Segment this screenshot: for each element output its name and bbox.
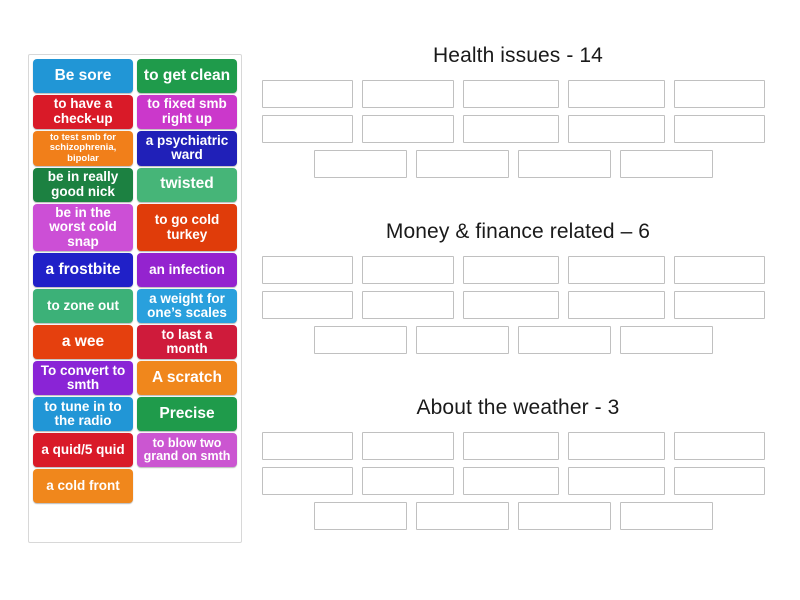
- word-tile[interactable]: to have a check-up: [33, 95, 133, 129]
- tile-row: to zone out a weight for one’s scales: [33, 289, 237, 324]
- drop-zone-row: [262, 502, 774, 530]
- word-tile[interactable]: A scratch: [137, 361, 237, 396]
- drop-zone[interactable]: [262, 80, 354, 108]
- tile-row: be in the worst cold snap to go cold turk…: [33, 203, 237, 252]
- drop-zone[interactable]: [673, 80, 765, 108]
- drop-zone-container[interactable]: [262, 432, 774, 530]
- word-tile[interactable]: to fixed smb right up: [137, 95, 237, 129]
- tile-row: a wee to last a month: [33, 325, 237, 360]
- word-tile[interactable]: Be sore: [33, 59, 133, 93]
- word-tile[interactable]: a weight for one’s scales: [137, 289, 237, 324]
- drop-zone[interactable]: [518, 150, 611, 178]
- drop-zone-container[interactable]: [262, 256, 774, 354]
- drop-zone[interactable]: [262, 432, 354, 460]
- word-tile[interactable]: be in the worst cold snap: [33, 203, 133, 252]
- category-group-health-issues: Health issues - 14: [262, 44, 774, 185]
- group-title: Health issues - 14: [433, 44, 603, 67]
- drop-zone-row: [262, 432, 774, 460]
- tile-placeholder: [137, 469, 237, 503]
- drop-zone[interactable]: [362, 432, 454, 460]
- word-tile[interactable]: to test smb for schizophrenia, bipolar: [33, 131, 133, 166]
- drop-zone[interactable]: [416, 326, 509, 354]
- word-tile[interactable]: a frostbite: [33, 253, 133, 288]
- drop-zone[interactable]: [673, 115, 765, 143]
- drop-zone[interactable]: [262, 115, 354, 143]
- drop-zone[interactable]: [462, 115, 560, 143]
- word-tile[interactable]: twisted: [137, 167, 237, 202]
- drop-zone[interactable]: [462, 432, 560, 460]
- word-tile[interactable]: to get clean: [137, 59, 237, 93]
- drop-zone[interactable]: [262, 467, 354, 495]
- drop-zone[interactable]: [362, 467, 454, 495]
- word-tile[interactable]: to tune in to the radio: [33, 397, 133, 432]
- drop-zone-row: [262, 326, 774, 354]
- drop-zone[interactable]: [262, 256, 354, 284]
- word-tile[interactable]: a wee: [33, 325, 133, 360]
- word-tile[interactable]: To convert to smth: [33, 361, 133, 396]
- word-tile[interactable]: Precise: [137, 397, 237, 432]
- drop-zone[interactable]: [673, 256, 765, 284]
- drop-zone[interactable]: [518, 502, 611, 530]
- drop-zone[interactable]: [518, 326, 611, 354]
- group-sort-activity: Be sore to get clean to have a check-up to …: [0, 0, 800, 600]
- drop-zone-row: [262, 256, 774, 284]
- group-title: About the weather - 3: [416, 396, 620, 419]
- word-tile[interactable]: to go cold turkey: [137, 203, 237, 252]
- drop-zone[interactable]: [620, 326, 713, 354]
- drop-zone[interactable]: [620, 502, 713, 530]
- word-tile-panel[interactable]: Be sore to get clean to have a check-up to …: [28, 54, 242, 543]
- drop-zone[interactable]: [620, 150, 713, 178]
- drop-zone[interactable]: [568, 467, 665, 495]
- drop-zone[interactable]: [673, 291, 765, 319]
- word-tile[interactable]: be in really good nick: [33, 167, 133, 202]
- tile-row: be in really good nick twisted: [33, 167, 237, 202]
- drop-zone[interactable]: [568, 115, 665, 143]
- drop-zone[interactable]: [568, 80, 665, 108]
- word-tile[interactable]: a quid/5 quid: [33, 433, 133, 468]
- tile-row: a quid/5 quid to blow two grand on smth: [33, 433, 237, 468]
- drop-zone-row: [262, 115, 774, 143]
- tile-row: to have a check-up to fixed smb right up: [33, 95, 237, 129]
- drop-zone-row: [262, 150, 774, 178]
- word-tile[interactable]: a psychiatric ward: [137, 131, 237, 166]
- drop-zone[interactable]: [314, 326, 407, 354]
- drop-zone[interactable]: [568, 256, 665, 284]
- drop-zone[interactable]: [362, 291, 454, 319]
- drop-zone[interactable]: [262, 291, 354, 319]
- word-tile[interactable]: to blow two grand on smth: [137, 433, 237, 468]
- drop-zone-row: [262, 291, 774, 319]
- word-tile[interactable]: an infection: [137, 253, 237, 288]
- drop-zone[interactable]: [673, 467, 765, 495]
- drop-zone[interactable]: [314, 502, 407, 530]
- tile-row: to tune in to the radio Precise: [33, 397, 237, 432]
- word-tile[interactable]: a cold front: [33, 469, 133, 504]
- category-group-money-finance: Money & finance related – 6: [262, 220, 774, 361]
- drop-zone[interactable]: [462, 256, 560, 284]
- tile-row: to test smb for schizophrenia, bipolar a …: [33, 131, 237, 166]
- word-tile[interactable]: to last a month: [137, 325, 237, 360]
- group-title: Money & finance related – 6: [385, 220, 651, 243]
- drop-zone[interactable]: [673, 432, 765, 460]
- tile-row: To convert to smth A scratch: [33, 361, 237, 396]
- drop-zone[interactable]: [362, 80, 454, 108]
- tile-row: Be sore to get clean: [33, 59, 237, 93]
- drop-zone[interactable]: [362, 256, 454, 284]
- drop-zone-container[interactable]: [262, 80, 774, 178]
- drop-zone-row: [262, 80, 774, 108]
- drop-zone[interactable]: [462, 467, 560, 495]
- drop-zone[interactable]: [314, 150, 407, 178]
- word-tile[interactable]: to zone out: [33, 289, 133, 324]
- drop-zone[interactable]: [462, 80, 560, 108]
- drop-zone[interactable]: [568, 291, 665, 319]
- category-group-weather: About the weather - 3: [262, 396, 774, 537]
- drop-zone[interactable]: [362, 115, 454, 143]
- tile-row: a cold front: [33, 469, 237, 504]
- drop-zone[interactable]: [568, 432, 665, 460]
- drop-zone[interactable]: [416, 502, 509, 530]
- drop-zone-row: [262, 467, 774, 495]
- drop-zone[interactable]: [462, 291, 560, 319]
- tile-row: a frostbite an infection: [33, 253, 237, 288]
- drop-zone[interactable]: [416, 150, 509, 178]
